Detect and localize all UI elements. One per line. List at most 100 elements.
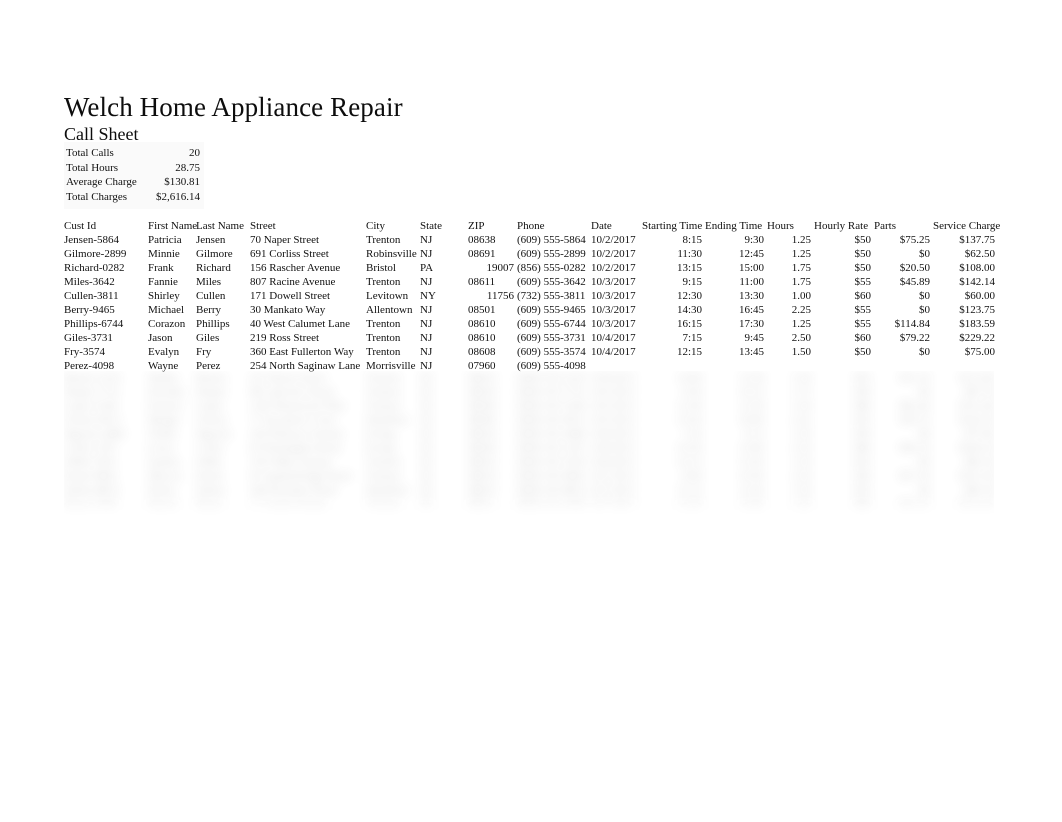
cell-date: 10/2/2017	[591, 248, 636, 260]
summary-value: $2,616.14	[156, 190, 200, 203]
cell-phone: (609) 555-9465	[517, 304, 586, 316]
obscured-cell: $152.30	[959, 470, 994, 482]
obscured-cell: 8:30	[682, 386, 702, 398]
obscured-cell: 1.50	[791, 428, 811, 440]
obscured-cell: $50	[854, 470, 872, 482]
call-sheet-table: Cust Id First Name Last Name Street City Stat…	[64, 219, 1000, 373]
table-row: Cullen-3811 Shirley Cullen 171 Dowell Stree…	[64, 289, 998, 303]
obscured-table-row: Carter-1187 Leroy Carter 63 Pennington Road…	[64, 441, 994, 455]
obscured-cell: Ewing	[366, 442, 395, 454]
obscured-cell: 2.50	[791, 470, 811, 482]
obscured-cell: 10:15	[738, 386, 764, 398]
table-row: Gilmore-2899 Minnie Gilmore 691 Corliss Str…	[64, 247, 998, 261]
obscured-cell: Owens	[196, 414, 227, 426]
cell-hourly-rate: $50	[854, 234, 872, 246]
obscured-cell: $18.75	[899, 414, 930, 426]
obscured-cell: 13:30	[676, 498, 702, 510]
obscured-cell: $60	[854, 400, 872, 412]
obscured-cell: $31.10	[899, 372, 930, 384]
cell-hourly-rate: $60	[854, 332, 872, 344]
obscured-cell: 10/6/2017	[591, 428, 636, 440]
obscured-cell: 16:00	[738, 414, 764, 426]
cell-hourly-rate: $50	[854, 346, 872, 358]
cell-hours: 1.00	[791, 290, 811, 302]
obscured-cell: 10/7/2017	[591, 498, 636, 510]
obscured-cell: (609) 555-9013	[517, 414, 586, 426]
cell-hourly-rate: $60	[854, 290, 872, 302]
cell-cust-id: Gilmore-2899	[64, 248, 127, 260]
obscured-cell: Juanita	[148, 456, 180, 468]
obscured-cell: 08611	[468, 498, 496, 510]
cell-starting-time: 16:15	[676, 318, 702, 330]
cell-city: Trenton	[366, 346, 401, 358]
cell-parts	[874, 359, 933, 373]
cell-parts: $20.50	[899, 262, 930, 274]
cell-first-name: Corazon	[148, 318, 186, 330]
obscured-cell: $94.16	[899, 442, 930, 454]
obscured-cell: Reyes-2058	[64, 498, 117, 510]
cell-hours: 1.50	[791, 346, 811, 358]
cell-starting-time: 8:15	[682, 234, 702, 246]
obscured-rows-region: Barnes-2210 Shelby Barnes 412 Huron Street T…	[64, 371, 994, 523]
cell-starting-time: 12:15	[676, 346, 702, 358]
obscured-cell: Margie	[148, 414, 180, 426]
cell-starting-time: 13:15	[676, 262, 702, 274]
column-header: Date	[591, 220, 612, 232]
cell-phone: (609) 555-5864	[517, 234, 586, 246]
obscured-cell: $0	[919, 456, 930, 468]
cell-city: Allentown	[366, 304, 413, 316]
obscured-cell: 13:45	[676, 414, 702, 426]
cell-zip: 08501	[468, 304, 496, 316]
obscured-cell: 7:45	[682, 428, 702, 440]
obscured-cell: $113.60	[959, 372, 994, 384]
obscured-cell: (609) 555-3329	[517, 456, 586, 468]
cell-starting-time: 14:30	[676, 304, 702, 316]
cell-last-name: Jensen	[196, 234, 226, 246]
cell-hourly-rate: $50	[854, 248, 872, 260]
cell-ending-time: 12:45	[738, 248, 764, 260]
cell-city: Robinsville	[366, 248, 417, 260]
column-header: Starting Time	[642, 220, 703, 232]
obscured-rows-content: Barnes-2210 Shelby Barnes 412 Huron Street T…	[64, 371, 994, 511]
summary-row: Average Charge $130.81	[64, 175, 204, 190]
obscured-cell: 08618	[468, 386, 496, 398]
obscured-cell: Reyes	[196, 498, 223, 510]
obscured-cell: 1502 Brunswick Pike	[250, 400, 345, 412]
cell-first-name: Frank	[148, 262, 174, 274]
cell-phone: (609) 555-4098	[517, 360, 586, 372]
cell-state: NJ	[420, 248, 433, 260]
obscured-cell: 15:45	[738, 456, 764, 468]
cell-date: 10/4/2017	[591, 346, 636, 358]
obscured-cell: 63 Pennington Road	[250, 442, 340, 454]
cell-ending-time: 9:30	[744, 234, 764, 246]
cell-last-name: Fry	[196, 346, 212, 358]
obscured-cell: 10/5/2017	[591, 386, 636, 398]
cell-zip: 08610	[468, 332, 496, 344]
table-row: Richard-0282 Frank Richard 156 Rascher Aven…	[64, 261, 998, 275]
obscured-cell: Webb	[196, 456, 222, 468]
obscured-cell: $41.05	[899, 498, 930, 510]
obscured-cell: NJ	[420, 470, 433, 482]
cell-state: NJ	[420, 318, 433, 330]
cell-zip: 19007	[486, 262, 515, 274]
cell-first-name: Fannie	[148, 276, 178, 288]
cell-last-name: Perez	[196, 360, 221, 372]
cell-first-name: Minnie	[148, 248, 180, 260]
obscured-cell: 318 Olden Avenue	[250, 456, 332, 468]
cell-zip: 08691	[468, 248, 496, 260]
obscured-cell: 14:00	[676, 372, 702, 384]
summary-row: Total Charges $2,616.14	[64, 190, 204, 205]
cell-hours	[767, 359, 814, 373]
cell-phone: (856) 555-0282	[517, 262, 586, 274]
cell-phone: (609) 555-3642	[517, 276, 586, 288]
cell-cust-id: Phillips-6744	[64, 318, 124, 330]
cell-date: 10/4/2017	[591, 332, 636, 344]
cell-hours: 1.25	[791, 318, 811, 330]
obscured-cell: Doyle	[196, 470, 223, 482]
table-header: Cust Id First Name Last Name Street City Stat…	[64, 219, 1000, 233]
table-row: Miles-3642 Fannie Miles 807 Racine Avenue Tr…	[64, 275, 998, 289]
obscured-cell: (609) 555-7731	[517, 386, 586, 398]
cell-cust-id: Cullen-3811	[64, 290, 119, 302]
obscured-cell: Thanh	[148, 428, 177, 440]
cell-street: 40 West Calumet Lane	[250, 318, 351, 330]
